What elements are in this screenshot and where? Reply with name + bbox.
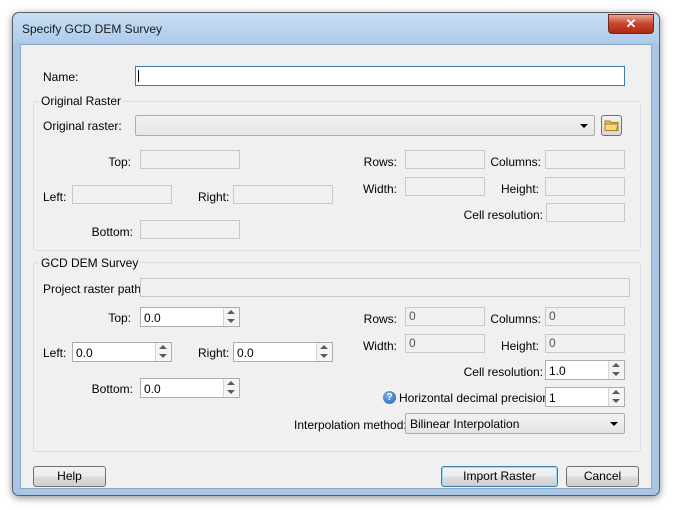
orig-left-label: Left: xyxy=(43,190,67,204)
arrow-down-icon xyxy=(612,399,620,403)
top-spin-buttons[interactable] xyxy=(223,308,239,326)
orig-rows-label: Rows: xyxy=(363,155,397,169)
orig-cell-resolution-field xyxy=(546,203,625,222)
rows-field: 0 xyxy=(405,307,485,326)
help-icon[interactable]: ? xyxy=(383,391,396,404)
width-label: Width: xyxy=(362,339,397,353)
folder-icon xyxy=(604,120,619,131)
arrow-up-icon xyxy=(612,390,620,394)
orig-left-field xyxy=(72,185,172,204)
name-input[interactable] xyxy=(135,66,625,86)
bottom-spin-buttons[interactable] xyxy=(223,379,239,397)
window-title: Specify GCD DEM Survey xyxy=(22,22,163,36)
original-raster-dropdown[interactable] xyxy=(135,115,595,136)
title-bar[interactable]: Specify GCD DEM Survey ✕ xyxy=(13,13,659,43)
left-value: 0.0 xyxy=(76,346,93,360)
interpolation-method-label: Interpolation method: xyxy=(294,418,407,432)
close-button[interactable]: ✕ xyxy=(608,14,654,34)
orig-height-label: Height: xyxy=(500,182,539,196)
arrow-up-icon xyxy=(612,363,620,367)
horizontal-precision-stepper[interactable]: 1 xyxy=(545,387,625,407)
orig-columns-label: Columns: xyxy=(490,155,541,169)
orig-width-label: Width: xyxy=(362,182,397,196)
bottom-stepper[interactable]: 0.0 xyxy=(140,378,240,398)
top-label: Top: xyxy=(108,311,131,325)
orig-right-label: Right: xyxy=(198,190,230,204)
right-spin-buttons[interactable] xyxy=(316,343,332,361)
original-raster-group-title: Original Raster xyxy=(39,94,124,108)
orig-width-field xyxy=(405,177,485,196)
interpolation-method-dropdown[interactable]: Bilinear Interpolation xyxy=(405,413,625,434)
right-label: Right: xyxy=(198,346,230,360)
columns-label: Columns: xyxy=(490,312,541,326)
arrow-up-icon xyxy=(320,345,328,349)
dialog-window: Specify GCD DEM Survey ✕ Name: Original … xyxy=(12,12,660,496)
orig-top-label: Top: xyxy=(108,155,131,169)
left-label: Left: xyxy=(43,346,67,360)
arrow-down-icon xyxy=(227,319,235,323)
dialog-body: Name: Original Raster Original raster: T… xyxy=(20,44,652,489)
orig-right-field xyxy=(233,185,333,204)
arrow-down-icon xyxy=(320,354,328,358)
bottom-value: 0.0 xyxy=(144,382,161,396)
arrow-up-icon xyxy=(227,381,235,385)
top-value: 0.0 xyxy=(144,311,161,325)
orig-cell-resolution-label: Cell resolution: xyxy=(463,208,543,222)
arrow-down-icon xyxy=(612,372,620,376)
horizontal-precision-value: 1 xyxy=(549,391,556,405)
orig-bottom-label: Bottom: xyxy=(91,225,133,239)
height-field: 0 xyxy=(545,334,625,353)
text-caret xyxy=(138,70,139,82)
close-icon: ✕ xyxy=(625,16,637,31)
cancel-button[interactable]: Cancel xyxy=(566,466,639,487)
top-stepper[interactable]: 0.0 xyxy=(140,307,240,327)
project-raster-path-field xyxy=(140,278,630,297)
cell-resolution-label: Cell resolution: xyxy=(463,365,543,379)
interpolation-method-value: Bilinear Interpolation xyxy=(410,417,520,431)
orig-height-field xyxy=(545,177,625,196)
help-button[interactable]: Help xyxy=(33,466,106,487)
left-stepper[interactable]: 0.0 xyxy=(72,342,172,362)
width-field: 0 xyxy=(405,334,485,353)
import-raster-button[interactable]: Import Raster xyxy=(441,466,558,487)
bottom-label: Bottom: xyxy=(91,382,133,396)
arrow-down-icon xyxy=(227,390,235,394)
cell-resolution-stepper[interactable]: 1.0 xyxy=(545,360,625,380)
project-raster-path-label: Project raster path: xyxy=(43,282,145,296)
arrow-up-icon xyxy=(159,345,167,349)
right-stepper[interactable]: 0.0 xyxy=(233,342,333,362)
right-value: 0.0 xyxy=(237,346,254,360)
height-label: Height: xyxy=(500,339,539,353)
browse-raster-button[interactable] xyxy=(601,115,622,136)
gcd-dem-survey-group-title: GCD DEM Survey xyxy=(39,256,141,270)
orig-bottom-field xyxy=(140,220,240,239)
chevron-down-icon xyxy=(580,124,588,128)
original-raster-label: Original raster: xyxy=(43,119,122,133)
rows-label: Rows: xyxy=(363,312,397,326)
arrow-down-icon xyxy=(159,354,167,358)
cell-resolution-spin-buttons[interactable] xyxy=(608,361,624,379)
name-label: Name: xyxy=(43,70,79,84)
chevron-down-icon xyxy=(610,422,618,426)
orig-columns-field xyxy=(545,150,625,169)
horizontal-precision-spin-buttons[interactable] xyxy=(608,388,624,406)
left-spin-buttons[interactable] xyxy=(155,343,171,361)
orig-top-field xyxy=(140,150,240,169)
columns-field: 0 xyxy=(545,307,625,326)
orig-rows-field xyxy=(405,150,485,169)
cell-resolution-value: 1.0 xyxy=(549,364,566,378)
arrow-up-icon xyxy=(227,310,235,314)
horizontal-precision-label: Horizontal decimal precision: xyxy=(399,391,553,405)
